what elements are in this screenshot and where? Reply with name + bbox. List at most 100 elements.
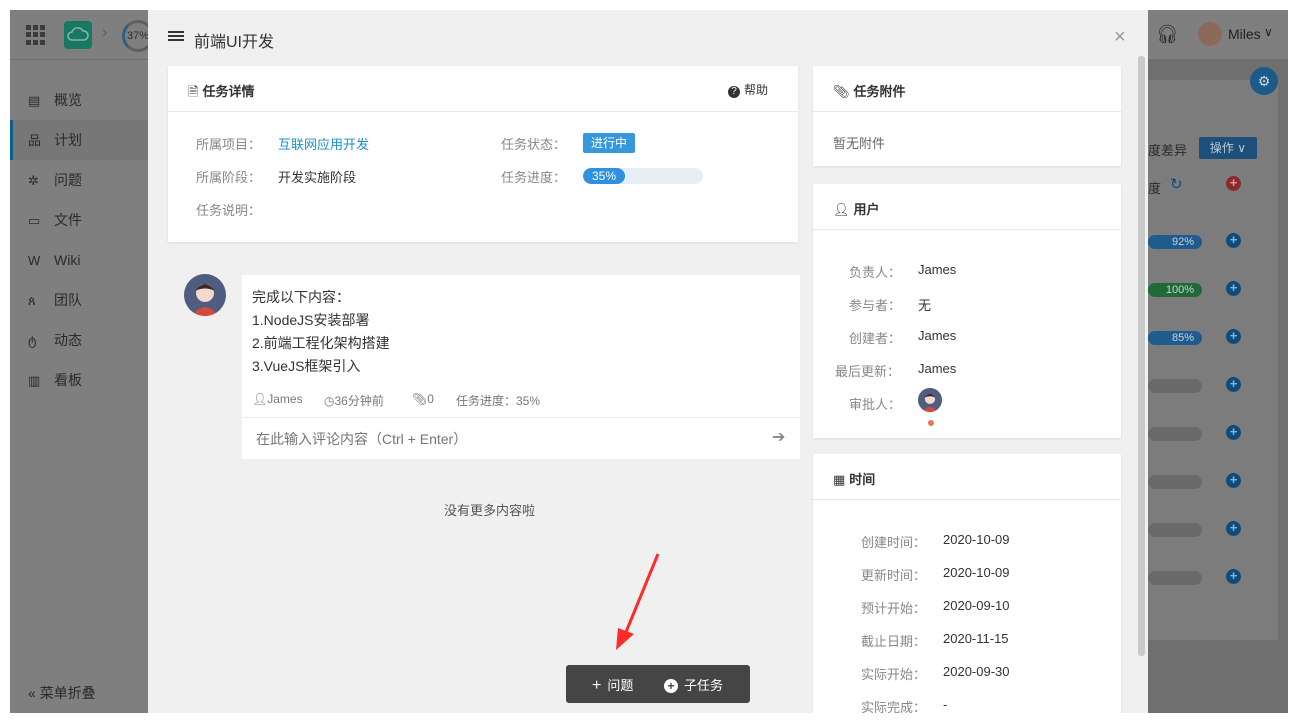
add-row-icon[interactable]: + <box>1226 281 1241 296</box>
user-avatar[interactable] <box>1198 22 1222 46</box>
chart-icon: ▥ <box>28 373 41 388</box>
operations-button[interactable]: 操作 ∨ <box>1199 137 1257 159</box>
participants-label: 参与者： <box>849 298 902 313</box>
time-header: ▦ 时间 <box>813 454 1121 500</box>
task-details-heading: 任务详情 <box>202 84 255 99</box>
row-progress-bar: 100% <box>1148 283 1202 297</box>
sidebar-item-files[interactable]: ▭ 文件 <box>10 200 148 240</box>
modal-scrollbar[interactable] <box>1138 56 1145 656</box>
chevron-right-icon: › <box>102 24 108 41</box>
add-row-icon[interactable]: + <box>1226 569 1241 584</box>
participants-value: 无 <box>918 298 932 313</box>
add-row-icon[interactable]: + <box>1226 473 1241 488</box>
overview-icon: ▤ <box>28 93 41 108</box>
description-label: 任务说明： <box>196 203 262 218</box>
owner-label: 负责人： <box>849 265 902 280</box>
time-heading: 时间 <box>849 472 876 487</box>
chevron-down-icon[interactable]: ∨ <box>1264 25 1273 39</box>
created-time-value: 2020-10-09 <box>943 532 1010 547</box>
sidebar-item-overview[interactable]: ▤ 概览 <box>10 80 148 120</box>
status-badge: 进行中 <box>583 133 635 153</box>
add-issue-label: 问题 <box>607 678 634 693</box>
refresh-icon[interactable]: ↻ <box>1170 175 1183 193</box>
attachments-header: 📎︎ 任务附件 <box>813 66 1121 112</box>
comment-line: 2.前端工程化架构搭建 <box>252 335 390 351</box>
sidebar-item-label: 文件 <box>54 212 82 228</box>
row-progress-bar <box>1148 379 1202 393</box>
add-row-icon[interactable]: + <box>1226 377 1241 392</box>
menu-collapse-button[interactable]: « 菜单折叠 <box>28 683 96 703</box>
sidebar-item-issues[interactable]: ✲ 问题 <box>10 160 148 200</box>
comment-line: 3.VueJS框架引入 <box>252 358 361 374</box>
commenter-avatar <box>184 274 226 316</box>
last-updated-by-label: 最后更新： <box>835 364 901 379</box>
menu-collapse-label: 菜单折叠 <box>39 685 96 701</box>
operations-label: 操作 <box>1209 141 1234 155</box>
sidebar-item-label: 概览 <box>54 92 82 108</box>
plus-circle-icon: + <box>664 679 678 693</box>
sidebar-item-label: 问题 <box>54 172 82 188</box>
add-subtask-button[interactable]: + 子任务 <box>664 675 723 694</box>
task-details-card: 🗎︎ 任务详情 ? 帮助 所属项目： 互联网应用开发 所属阶段： 开发实施阶段 任务… <box>168 66 798 242</box>
sidebar-item-wiki[interactable]: W Wiki <box>10 240 148 280</box>
sidebar-item-label: Wiki <box>54 252 81 268</box>
document-icon: 🗎︎ <box>188 84 199 99</box>
project-link[interactable]: 互联网应用开发 <box>278 134 369 153</box>
team-icon: ጰ <box>28 293 36 308</box>
comment-attachment-count: 0 <box>427 392 434 406</box>
clock-icon: ◷ <box>324 394 335 408</box>
app-grid-icon[interactable] <box>26 25 46 45</box>
remove-icon[interactable]: + <box>1226 176 1241 191</box>
add-row-icon[interactable]: + <box>1226 329 1241 344</box>
help-button[interactable]: ? 帮助 <box>727 81 768 98</box>
row-progress-bar <box>1148 571 1202 585</box>
wiki-icon: W <box>28 253 41 268</box>
row-progress-bar <box>1148 427 1202 441</box>
stage-value: 开发实施阶段 <box>278 170 357 185</box>
user-icon: 👤︎ <box>833 202 850 217</box>
add-row-icon[interactable]: + <box>1226 233 1241 248</box>
add-row-icon[interactable]: + <box>1226 521 1241 536</box>
plus-icon: + <box>592 677 602 694</box>
row-progress-label: 100% <box>1165 284 1194 296</box>
comment-attachments[interactable]: 📎︎0 <box>412 392 434 406</box>
close-icon[interactable]: × <box>1114 26 1126 49</box>
add-action-bar: + 问题 + 子任务 <box>566 665 750 703</box>
comment-line: 1.NodeJS安装部署 <box>252 312 370 328</box>
add-row-icon[interactable]: + <box>1226 425 1241 440</box>
user-name[interactable]: Miles <box>1228 26 1261 42</box>
sidebar-item-activity[interactable]: ტ 动态 <box>10 320 148 360</box>
row-progress-label: 92% <box>1171 236 1194 248</box>
modal-header: 前端UI开发 × <box>148 10 1148 66</box>
paperclip-icon: 📎︎ <box>833 84 850 99</box>
sidebar-item-board[interactable]: ▥ 看板 <box>10 360 148 400</box>
creator-value: James <box>918 328 957 343</box>
actual-finish-label: 实际完成： <box>861 700 927 713</box>
gear-icon[interactable]: ⚙ <box>1250 67 1278 95</box>
comment-time-value: 36分钟前 <box>334 394 384 408</box>
comment-input[interactable] <box>242 417 800 459</box>
question-icon: ? <box>727 86 740 98</box>
comment-author-name: James <box>267 392 303 406</box>
task-title-icon <box>168 31 184 45</box>
app-logo[interactable] <box>64 21 92 49</box>
sidebar: ▤ 概览 品计划 ✲ 问题 ▭ 文件 W Wiki ጰ 团队 ტ 动态 ▥ 看板 « 菜单折叠 <box>10 60 148 713</box>
status-label: 任务状态： <box>501 137 567 152</box>
sidebar-item-plan[interactable]: 品计划 <box>10 120 148 160</box>
add-subtask-label: 子任务 <box>684 678 724 693</box>
sidebar-item-label: 动态 <box>54 332 82 348</box>
project-progress-label: 37% <box>127 30 150 42</box>
comment-line: 完成以下内容： <box>252 289 350 305</box>
headset-icon[interactable]: 🎧︎ <box>1156 24 1179 45</box>
users-header: 👤︎ 用户 <box>813 184 1121 230</box>
no-more-content: 没有更多内容啦 <box>444 503 536 518</box>
row-progress-bar: 92% <box>1148 235 1202 249</box>
approver-avatar[interactable] <box>918 388 942 412</box>
deadline-value: 2020-11-15 <box>943 631 1009 646</box>
last-updated-by-value: James <box>918 361 957 376</box>
sidebar-item-team[interactable]: ጰ 团队 <box>10 280 148 320</box>
sidebar-item-label: 团队 <box>54 292 82 308</box>
arrow-right-icon[interactable]: ➔ <box>772 427 785 447</box>
created-time-label: 创建时间： <box>861 535 927 550</box>
add-issue-button[interactable]: + 问题 <box>592 675 633 694</box>
